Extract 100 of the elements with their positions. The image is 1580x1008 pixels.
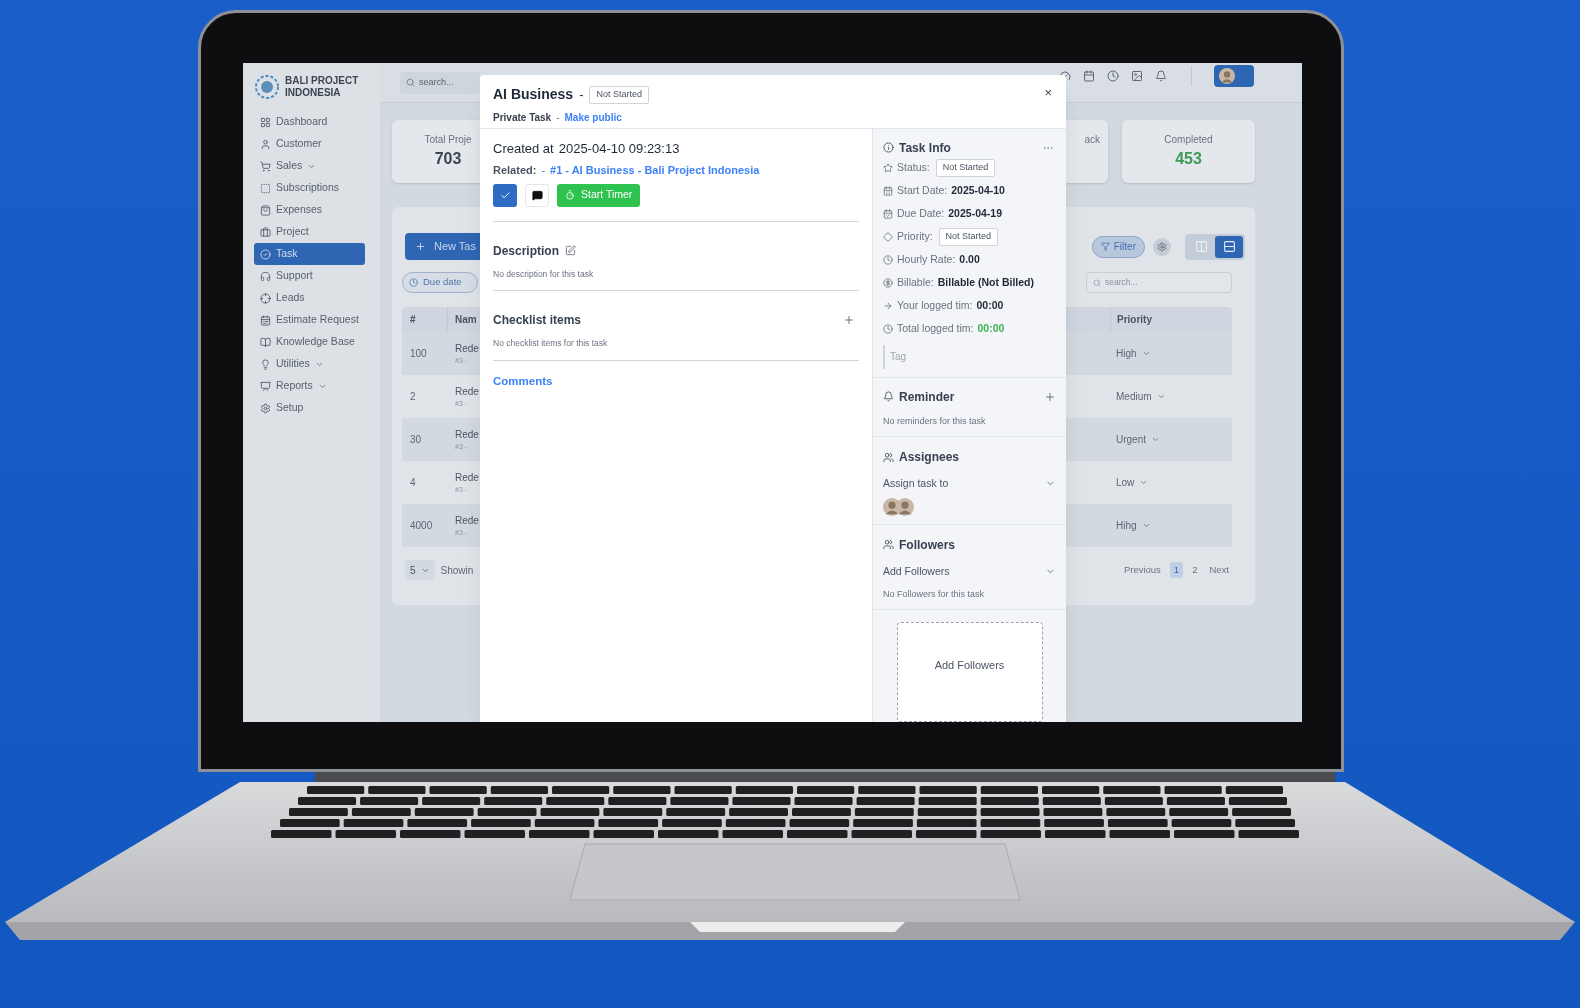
page-size-select[interactable]: 5 [405, 560, 435, 580]
search-field[interactable]: search... [400, 71, 480, 94]
table-cell-text: Rede [455, 470, 479, 485]
sidebar-item[interactable]: Estimate Request [254, 309, 365, 331]
field-label: Due Date: [897, 206, 945, 222]
chevron-icon [1141, 349, 1151, 358]
table-cell-text: 30 [409, 433, 423, 447]
priority-dropdown[interactable]: Urgent [1110, 418, 1232, 461]
panel-title: Assignees [899, 449, 960, 466]
table-cell-text: Rede [455, 384, 479, 399]
created-label: Created at [493, 139, 554, 158]
plus-icon[interactable] [1044, 390, 1056, 403]
field-label: Start Date: [897, 183, 948, 199]
profile-button[interactable] [1214, 64, 1254, 87]
field-value: Billable (Not Billed) [937, 275, 1035, 291]
comment-button[interactable] [525, 183, 549, 207]
sidebar-item[interactable]: Dashboard [254, 111, 365, 133]
grid-icon [260, 116, 271, 128]
complete-button[interactable] [493, 183, 517, 207]
plus-icon[interactable] [843, 314, 855, 327]
status-badge: Not Started [589, 85, 649, 104]
sidebar-item[interactable]: Utilities [254, 353, 365, 375]
pagination-link[interactable]: 2 [1189, 562, 1201, 578]
followers-select[interactable]: Add Followers [883, 563, 1056, 580]
make-public-link[interactable]: Make public [564, 110, 622, 125]
priority-dropdown[interactable]: Low [1110, 461, 1232, 504]
status-badge[interactable]: Not Started [935, 159, 996, 177]
rows-icon [1222, 240, 1236, 253]
modal-title: AI Business [493, 85, 574, 104]
search-field[interactable]: search... [1086, 272, 1232, 293]
diamond-icon [883, 232, 893, 242]
crosshair-icon [260, 292, 271, 304]
chevron-icon [1151, 435, 1160, 444]
columns-icon [1194, 240, 1208, 253]
avatar [896, 497, 914, 516]
field-label: Priority: [897, 229, 933, 245]
panel-title: Followers [899, 536, 955, 554]
sidebar-item[interactable]: Project [254, 221, 365, 243]
comments-link[interactable]: Comments [493, 373, 553, 391]
empty-text: No reminders for this task [883, 414, 987, 428]
clock-icon [883, 255, 893, 265]
clock-icon [883, 324, 893, 334]
clock-icon[interactable] [1107, 69, 1119, 82]
settings-button[interactable] [1153, 237, 1171, 256]
list-view-button[interactable] [1215, 235, 1243, 258]
due-date-chip[interactable]: Due date [402, 272, 478, 293]
dashed-square-icon [260, 182, 271, 194]
sidebar-item[interactable]: Leads [254, 287, 365, 309]
table-cell-text: 100 [409, 347, 428, 361]
filter-button[interactable]: Filter [1091, 235, 1145, 258]
calendar-icon[interactable] [1083, 69, 1095, 82]
sidebar-item[interactable]: Setup [254, 397, 365, 419]
field-value: 0.00 [959, 252, 980, 268]
info-icon [883, 142, 894, 153]
pagination-link[interactable]: Previous [1120, 562, 1164, 578]
lightbulb-icon [260, 358, 271, 370]
sidebar-item[interactable]: Customer [254, 133, 365, 155]
add-followers-dropzone[interactable]: Add Followers [896, 622, 1043, 722]
chevron-icon [1156, 392, 1166, 401]
edit-icon[interactable] [565, 245, 576, 256]
pagination-link[interactable]: 1 [1169, 562, 1184, 578]
sidebar-item[interactable]: Reports [254, 375, 365, 397]
sidebar-item[interactable]: Support [254, 265, 365, 287]
calendar-check-icon [883, 209, 893, 219]
close-button[interactable]: × [1044, 83, 1052, 103]
empty-text: No Followers for this task [883, 587, 986, 601]
users-icon [883, 539, 894, 551]
field-label: Billable: [897, 275, 934, 291]
related-link[interactable]: #1 - AI Business - Bali Project Indonesia [550, 162, 760, 179]
separator-text: - [579, 85, 584, 104]
created-date: 2025-04-10 09:23:13 [558, 139, 680, 158]
sidebar-item[interactable]: Expenses [254, 199, 365, 221]
stat-value: 453 [1175, 149, 1202, 169]
sidebar-item[interactable]: Task [254, 243, 365, 265]
table-cell-text: Rede [455, 341, 479, 356]
assign-select[interactable]: Assign task to [883, 476, 1056, 492]
field-label: Your logged tim: [897, 298, 973, 314]
priority-dropdown[interactable]: Medium [1110, 375, 1232, 418]
logo-icon [255, 75, 279, 99]
settings-icon [260, 402, 271, 414]
panel-title: Reminder [899, 388, 955, 406]
bell-icon[interactable] [1155, 69, 1167, 82]
status-badge[interactable]: Not Started [938, 228, 999, 246]
book-icon [260, 336, 271, 348]
pagination-link[interactable]: Next [1206, 562, 1232, 578]
image-icon[interactable] [1131, 69, 1143, 82]
sidebar-item[interactable]: Subscriptions [254, 177, 365, 199]
panel-title: Task Info [899, 139, 951, 157]
priority-dropdown[interactable]: High [1110, 332, 1232, 375]
chat-icon [531, 189, 543, 201]
headphones-icon [260, 270, 271, 282]
field-label: Status: [897, 160, 930, 176]
cart-icon [260, 160, 271, 172]
brand-name: BALI PROJECT [285, 75, 359, 87]
table-cell-text: Rede [455, 427, 479, 442]
search-icon [406, 78, 415, 87]
calendar-icon [883, 186, 893, 196]
priority-dropdown[interactable]: Hihg [1110, 504, 1232, 547]
sidebar-item[interactable]: Sales [254, 155, 365, 177]
sidebar-item[interactable]: Knowledge Base [254, 331, 365, 353]
